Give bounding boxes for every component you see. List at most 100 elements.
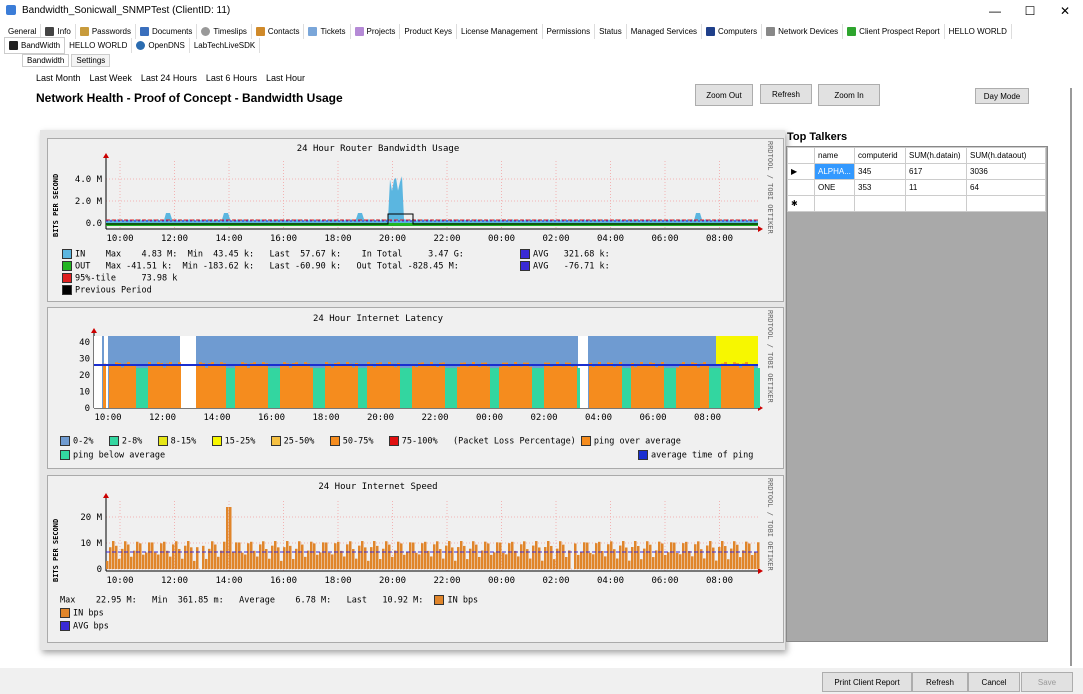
tab-bandwidth[interactable]: BandWidth (4, 36, 66, 54)
tab-documents[interactable]: Documents (136, 23, 198, 39)
day-mode-button[interactable]: Day Mode (975, 88, 1029, 104)
column-header-name[interactable]: name (814, 147, 855, 164)
speed-bar (493, 552, 496, 569)
print-client-report-button[interactable]: Print Client Report (822, 672, 912, 692)
cell-datain[interactable]: 617 (905, 163, 967, 180)
minimize-button[interactable]: — (980, 2, 1010, 20)
refresh-button[interactable]: Refresh (912, 672, 968, 692)
row-selector[interactable] (787, 179, 815, 196)
range-last-hour[interactable]: Last Hour (266, 73, 305, 83)
tab-hello-world[interactable]: HELLO WORLD (945, 23, 1012, 39)
speed-bar (562, 544, 565, 569)
speed-legend-avg: AVG bps (60, 621, 109, 632)
cancel-button[interactable]: Cancel (968, 672, 1020, 692)
ping-below-swatch (60, 450, 70, 460)
speed-bar (160, 543, 163, 569)
tab-contacts[interactable]: Contacts (252, 23, 305, 39)
zoom-in-button[interactable]: Zoom In (818, 84, 880, 106)
close-button[interactable]: ✕ (1050, 2, 1080, 20)
cell-name[interactable]: ONE (814, 179, 855, 196)
speed-bar (754, 552, 757, 569)
latency-bar (727, 365, 730, 408)
speed-bar (163, 541, 166, 569)
tab-labtechlivesdk[interactable]: LabTechLiveSDK (190, 37, 261, 53)
latency-bar (112, 365, 115, 408)
x-tick-label: 14:00 (215, 576, 242, 586)
speed-bar (106, 560, 109, 569)
tab-timeslips[interactable]: Timeslips (197, 23, 252, 39)
range-last-week[interactable]: Last Week (90, 73, 132, 83)
speed-bar (259, 544, 262, 569)
zoom-out-button[interactable]: Zoom Out (695, 84, 753, 106)
tab-tickets[interactable]: Tickets (304, 23, 351, 39)
cell-empty[interactable] (854, 195, 906, 212)
cell-empty[interactable] (814, 195, 855, 212)
cell-dataout[interactable]: 3036 (966, 163, 1046, 180)
speed-bar (367, 560, 370, 569)
x-tick-label: 04:00 (585, 413, 612, 423)
cell-computerid[interactable]: 345 (854, 163, 906, 180)
cell-empty[interactable] (905, 195, 967, 212)
speed-bar (436, 541, 439, 569)
tab-projects[interactable]: Projects (351, 23, 401, 39)
latency-bar (538, 368, 541, 408)
tab-license-management[interactable]: License Management (457, 23, 543, 39)
latency-bar (415, 367, 418, 408)
range-last-24-hours[interactable]: Last 24 Hours (141, 73, 197, 83)
range-last-month[interactable]: Last Month (36, 73, 81, 83)
row-selector-icon[interactable]: ▶ (787, 163, 815, 180)
cell-computerid[interactable]: 353 (854, 179, 906, 196)
speed-bar (427, 550, 430, 569)
tab-opendns[interactable]: OpenDNS (132, 37, 190, 53)
tab-permissions[interactable]: Permissions (543, 23, 596, 39)
column-header-dataout[interactable]: SUM(h.dataout) (966, 147, 1046, 164)
latency-bar (313, 368, 316, 408)
latency-bar (274, 368, 277, 408)
speed-bar (631, 546, 634, 569)
speed-bar (430, 556, 433, 569)
new-row-asterisk-icon[interactable]: ✱ (787, 195, 815, 212)
latency-bar (337, 362, 340, 408)
latency-bar (442, 362, 445, 408)
refresh-graph-button[interactable]: Refresh (760, 84, 812, 104)
table-row[interactable]: ONE 353 11 64 (787, 179, 1046, 196)
avg-in-swatch (520, 249, 530, 259)
speed-bar (361, 541, 364, 569)
tab-product-keys[interactable]: Product Keys (400, 23, 457, 39)
subtab-settings[interactable]: Settings (71, 54, 111, 67)
save-button[interactable]: Save (1021, 672, 1073, 692)
latency-bar (211, 362, 214, 408)
subtab-bandwidth[interactable]: Bandwidth (22, 54, 70, 67)
cell-name[interactable]: ALPHA... (814, 163, 855, 180)
speed-bar (412, 542, 415, 569)
tab-passwords[interactable]: Passwords (76, 23, 136, 39)
speed-bar (397, 541, 400, 569)
latency-bar (334, 363, 337, 408)
speed-bar (388, 544, 391, 569)
tab-computers[interactable]: Computers (702, 23, 763, 39)
tab-status[interactable]: Status (595, 23, 627, 39)
maximize-button[interactable]: ☐ (1015, 2, 1045, 20)
x-tick-label: 10:00 (106, 234, 133, 244)
latency-bar (241, 362, 244, 408)
cell-dataout[interactable]: 64 (966, 179, 1046, 196)
speed-bar (337, 541, 340, 569)
tab-managed-services[interactable]: Managed Services (627, 23, 703, 39)
new-row[interactable]: ✱ (787, 195, 1046, 212)
column-header-datain[interactable]: SUM(h.datain) (905, 147, 967, 164)
range-last-6-hours[interactable]: Last 6 Hours (206, 73, 257, 83)
column-header-computerid[interactable]: computerid (854, 147, 906, 164)
tab-client-prospect-report[interactable]: Client Prospect Report (843, 23, 945, 39)
tab-hello-world-2[interactable]: HELLO WORLD (65, 37, 133, 53)
speed-bar (544, 547, 547, 569)
cell-empty[interactable] (966, 195, 1046, 212)
x-tick-label: 22:00 (421, 413, 448, 423)
latency-bar (604, 366, 607, 408)
opendns-icon (136, 40, 146, 50)
gap (94, 336, 102, 408)
tab-network-devices[interactable]: Network Devices (762, 23, 844, 39)
table-row[interactable]: ▶ ALPHA... 345 617 3036 (787, 163, 1046, 180)
cell-datain[interactable]: 11 (905, 179, 967, 196)
latency-bar (130, 364, 133, 408)
latency-bar (559, 364, 562, 408)
